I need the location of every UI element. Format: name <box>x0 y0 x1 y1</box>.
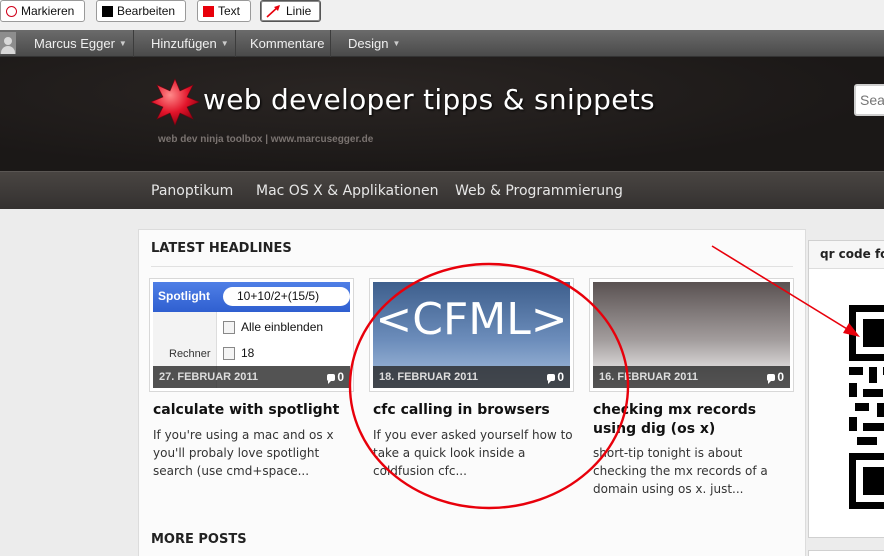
admin-user-name: Marcus Egger <box>34 36 115 51</box>
markieren-label: Markieren <box>21 4 75 18</box>
post-date: 27. FEBRUAR 2011 <box>159 371 259 383</box>
calculator-icon <box>223 346 235 360</box>
widget-title: qr code fo <box>820 247 884 261</box>
linie-label: Linie <box>286 4 312 18</box>
post-excerpt: If you're using a mac and os x you'll pr… <box>153 428 334 478</box>
comment-count-value: 0 <box>557 370 564 384</box>
spotlight-query: 10+10/2+(15/5) <box>223 287 350 306</box>
spotlight-row: Alle einblenden <box>223 320 323 334</box>
red-square-icon <box>203 5 214 17</box>
post-thumbnail[interactable]: 16. FEBRUAR 2011 0 <box>589 278 794 392</box>
site-title[interactable]: web developer tipps & snippets <box>203 83 655 116</box>
comment-count[interactable]: 0 <box>547 370 564 384</box>
post-excerpt: short-tip tonight is about checking the … <box>593 446 768 496</box>
admin-comments-label: Kommentare <box>250 36 325 51</box>
comment-count-value: 0 <box>777 370 784 384</box>
admin-add-label: Hinzufügen <box>151 36 217 51</box>
comment-bubble-icon <box>327 373 336 384</box>
document-icon <box>223 320 235 334</box>
text-button[interactable]: Text <box>197 0 251 22</box>
post-date-bar: 16. FEBRUAR 2011 0 <box>593 366 790 388</box>
site-header: web developer tipps & snippets web dev n… <box>0 57 884 171</box>
latest-headlines-title: LATEST HEADLINES <box>151 241 292 256</box>
admin-add-menu[interactable]: Hinzufügen ▼ <box>145 30 236 57</box>
site-tagline: web dev ninja toolbox | www.marcusegger.… <box>158 134 374 145</box>
sidebar-widget <box>808 550 884 556</box>
markieren-button[interactable]: Markieren <box>0 0 85 22</box>
cfml-image-text: <CFML> <box>375 294 568 345</box>
qr-code-widget: qr code fo <box>808 240 884 538</box>
spotlight-row-label: 18 <box>241 346 255 360</box>
chevron-down-icon: ▼ <box>118 39 127 48</box>
post-title[interactable]: checking mx records using dig (os x) <box>593 401 798 439</box>
post-excerpt: If you ever asked yourself how to take a… <box>373 428 573 478</box>
red-arrow-icon <box>266 5 280 18</box>
post-title[interactable]: calculate with spotlight <box>153 401 358 420</box>
spotlight-bar: Spotlight 10+10/2+(15/5) <box>153 282 350 312</box>
post-date-bar: 18. FEBRUAR 2011 0 <box>373 366 570 388</box>
logo-star-icon[interactable] <box>150 77 200 127</box>
black-square-icon <box>102 5 113 17</box>
nav-item-web-programmierung[interactable]: Web & Programmierung <box>455 172 623 210</box>
post-thumbnail[interactable]: Spotlight 10+10/2+(15/5) Rechner Alle ei… <box>149 278 354 392</box>
chevron-down-icon: ▼ <box>392 39 401 48</box>
qr-code-image[interactable] <box>849 305 884 509</box>
annotation-toolbar: Markieren Bearbeiten Text Linie <box>0 0 884 30</box>
comment-count[interactable]: 0 <box>767 370 784 384</box>
admin-comments-link[interactable]: Kommentare <box>244 30 332 57</box>
admin-user-menu[interactable]: Marcus Egger ▼ <box>28 30 134 57</box>
spotlight-row-label: Alle einblenden <box>241 320 324 334</box>
comment-bubble-icon <box>547 373 556 384</box>
spotlight-label: Spotlight <box>158 289 210 303</box>
bearbeiten-label: Bearbeiten <box>117 4 176 18</box>
comment-count[interactable]: 0 <box>327 370 344 384</box>
text-label: Text <box>218 4 241 18</box>
divider <box>151 266 793 267</box>
spotlight-rechner-label: Rechner <box>169 348 211 360</box>
comment-bubble-icon <box>767 373 776 384</box>
bearbeiten-button[interactable]: Bearbeiten <box>96 0 186 22</box>
circle-outline-icon <box>6 5 17 17</box>
comment-count-value: 0 <box>337 370 344 384</box>
post-title[interactable]: cfc calling in browsers <box>373 401 578 420</box>
admin-design-label: Design <box>348 36 389 51</box>
nav-item-panoptikum[interactable]: Panoptikum <box>151 172 233 210</box>
main-nav: Panoptikum Mac OS X & Applikationen Web … <box>0 171 884 209</box>
spotlight-row: 18 <box>223 346 254 360</box>
content-area: LATEST HEADLINES Spotlight 10+10/2+(15/5… <box>138 229 806 556</box>
post-thumbnail[interactable]: <CFML> 18. FEBRUAR 2011 0 <box>369 278 574 392</box>
linie-button[interactable]: Linie <box>260 0 321 22</box>
avatar-icon[interactable] <box>0 32 16 54</box>
more-posts-title: MORE POSTS <box>151 532 247 547</box>
chevron-down-icon: ▼ <box>220 39 229 48</box>
post-date-bar: 27. FEBRUAR 2011 0 <box>153 366 350 388</box>
search-input[interactable] <box>854 84 884 116</box>
nav-item-mac-os-x[interactable]: Mac OS X & Applikationen <box>256 172 438 210</box>
post-date: 16. FEBRUAR 2011 <box>599 371 699 383</box>
admin-bar: Marcus Egger ▼ Hinzufügen ▼ Kommentare D… <box>0 30 884 57</box>
admin-design-menu[interactable]: Design ▼ <box>342 30 406 57</box>
post-date: 18. FEBRUAR 2011 <box>379 371 479 383</box>
